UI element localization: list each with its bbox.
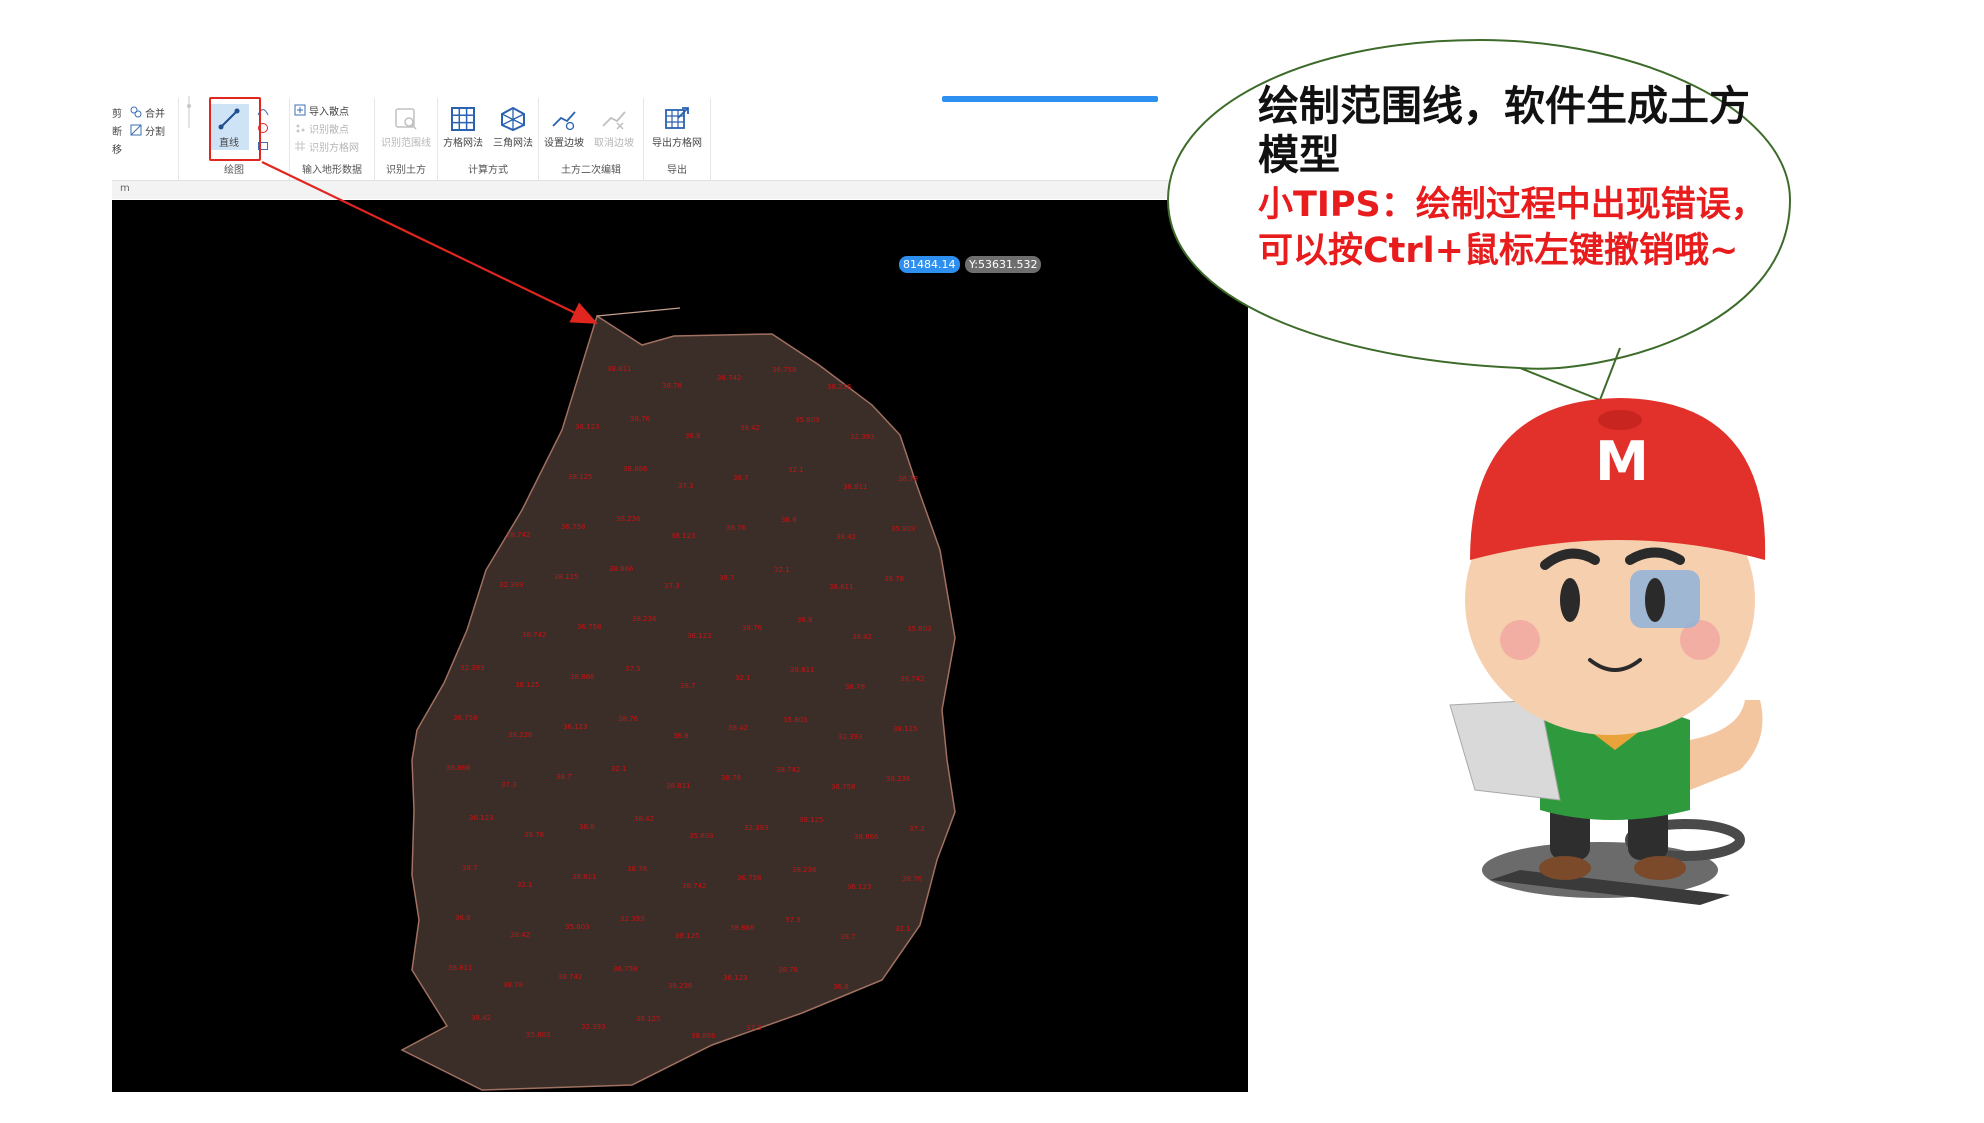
mascot-illustration: M	[1449, 398, 1766, 905]
right-eye	[1645, 578, 1665, 622]
left-shoe	[1539, 856, 1591, 880]
left-cheek	[1500, 620, 1540, 660]
ar-glass-icon	[1630, 570, 1700, 628]
thumbs-up-hand	[1690, 700, 1763, 790]
right-shoe	[1634, 856, 1686, 880]
mascot: M	[1449, 398, 1766, 905]
cap-letter: M	[1595, 430, 1649, 493]
cap-button	[1598, 410, 1642, 430]
left-eye	[1560, 578, 1580, 622]
